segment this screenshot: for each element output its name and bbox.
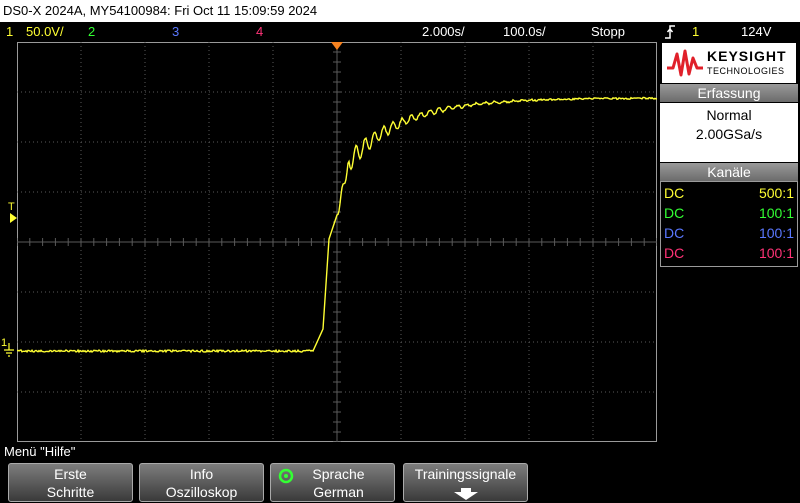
brand-logo-box: KEYSIGHT TECHNOLOGIES — [662, 43, 796, 83]
ch3-coupling: DC — [664, 223, 684, 243]
acquisition-mode: Normal — [660, 106, 798, 125]
keysight-wave-icon — [666, 48, 704, 78]
trigger-level-label: T — [8, 202, 15, 213]
softkey-language[interactable]: Sprache German — [270, 463, 395, 502]
waveform-display[interactable] — [17, 42, 657, 442]
softkey-1-line1: Erste — [9, 465, 132, 483]
ch4-coupling: DC — [664, 243, 684, 263]
ch1-attenuation: 500:1 — [759, 183, 794, 203]
trigger-source[interactable]: 1 — [692, 22, 699, 42]
trigger-level-marker[interactable] — [10, 213, 17, 223]
softkey-getting-started[interactable]: Erste Schritte — [8, 463, 133, 502]
ch2-coupling: DC — [664, 203, 684, 223]
ch1-scale[interactable]: 50.0V/ — [26, 22, 64, 42]
title-bar: DS0-X 2024A, MY54100984: Fri Oct 11 15:0… — [0, 0, 800, 22]
ch1-trace — [17, 98, 657, 353]
softkey-2-line2: Oszilloskop — [140, 483, 263, 501]
rotate-knob-icon — [277, 467, 295, 485]
softkey-2-line1: Info — [140, 465, 263, 483]
brand-subtitle: TECHNOLOGIES — [707, 66, 785, 76]
ch2-attenuation: 100:1 — [759, 203, 794, 223]
status-bar: 1 50.0V/ 2 3 4 2.000s/ 100.0s/ Stopp 1 1… — [0, 22, 800, 42]
ch4-attenuation: 100:1 — [759, 243, 794, 263]
softkey-about-scope[interactable]: Info Oszilloskop — [139, 463, 264, 502]
trigger-position-marker[interactable] — [331, 42, 343, 50]
softkey-4-line1: Trainingssignale — [404, 465, 527, 483]
timebase-readout[interactable]: 2.000s/ — [422, 22, 465, 42]
ch1-waveform — [17, 42, 657, 442]
ch3-attenuation: 100:1 — [759, 223, 794, 243]
softkey-3-line2: German — [271, 483, 394, 501]
ch1-coupling: DC — [664, 183, 684, 203]
delay-readout[interactable]: 100.0s/ — [503, 22, 546, 42]
brand-name: KEYSIGHT — [707, 48, 787, 64]
ch3-number[interactable]: 3 — [172, 22, 179, 42]
acquisition-rate: 2.00GSa/s — [660, 125, 798, 144]
channels-box[interactable]: DC 500:1 DC 100:1 DC 100:1 DC 100:1 — [660, 181, 798, 267]
ch4-number[interactable]: 4 — [256, 22, 263, 42]
arrow-down-icon — [451, 487, 481, 501]
softkey-training-signals[interactable]: Trainingssignale — [403, 463, 528, 502]
ch2-number[interactable]: 2 — [88, 22, 95, 42]
trigger-level-readout[interactable]: 124V — [741, 22, 771, 42]
channel-row-2[interactable]: DC 100:1 — [664, 203, 794, 223]
channel-row-4[interactable]: DC 100:1 — [664, 243, 794, 263]
channels-header: Kanäle — [660, 163, 798, 181]
run-state: Stopp — [591, 22, 625, 42]
menu-title: Menü "Hilfe" — [4, 444, 75, 459]
channel-row-1[interactable]: DC 500:1 — [664, 183, 794, 203]
acquisition-header: Erfassung — [660, 84, 798, 102]
channel-row-3[interactable]: DC 100:1 — [664, 223, 794, 243]
acquisition-box[interactable]: Normal 2.00GSa/s — [660, 103, 798, 162]
ch1-number[interactable]: 1 — [6, 22, 13, 42]
ground-icon[interactable] — [3, 343, 15, 357]
softkey-1-line2: Schritte — [9, 483, 132, 501]
